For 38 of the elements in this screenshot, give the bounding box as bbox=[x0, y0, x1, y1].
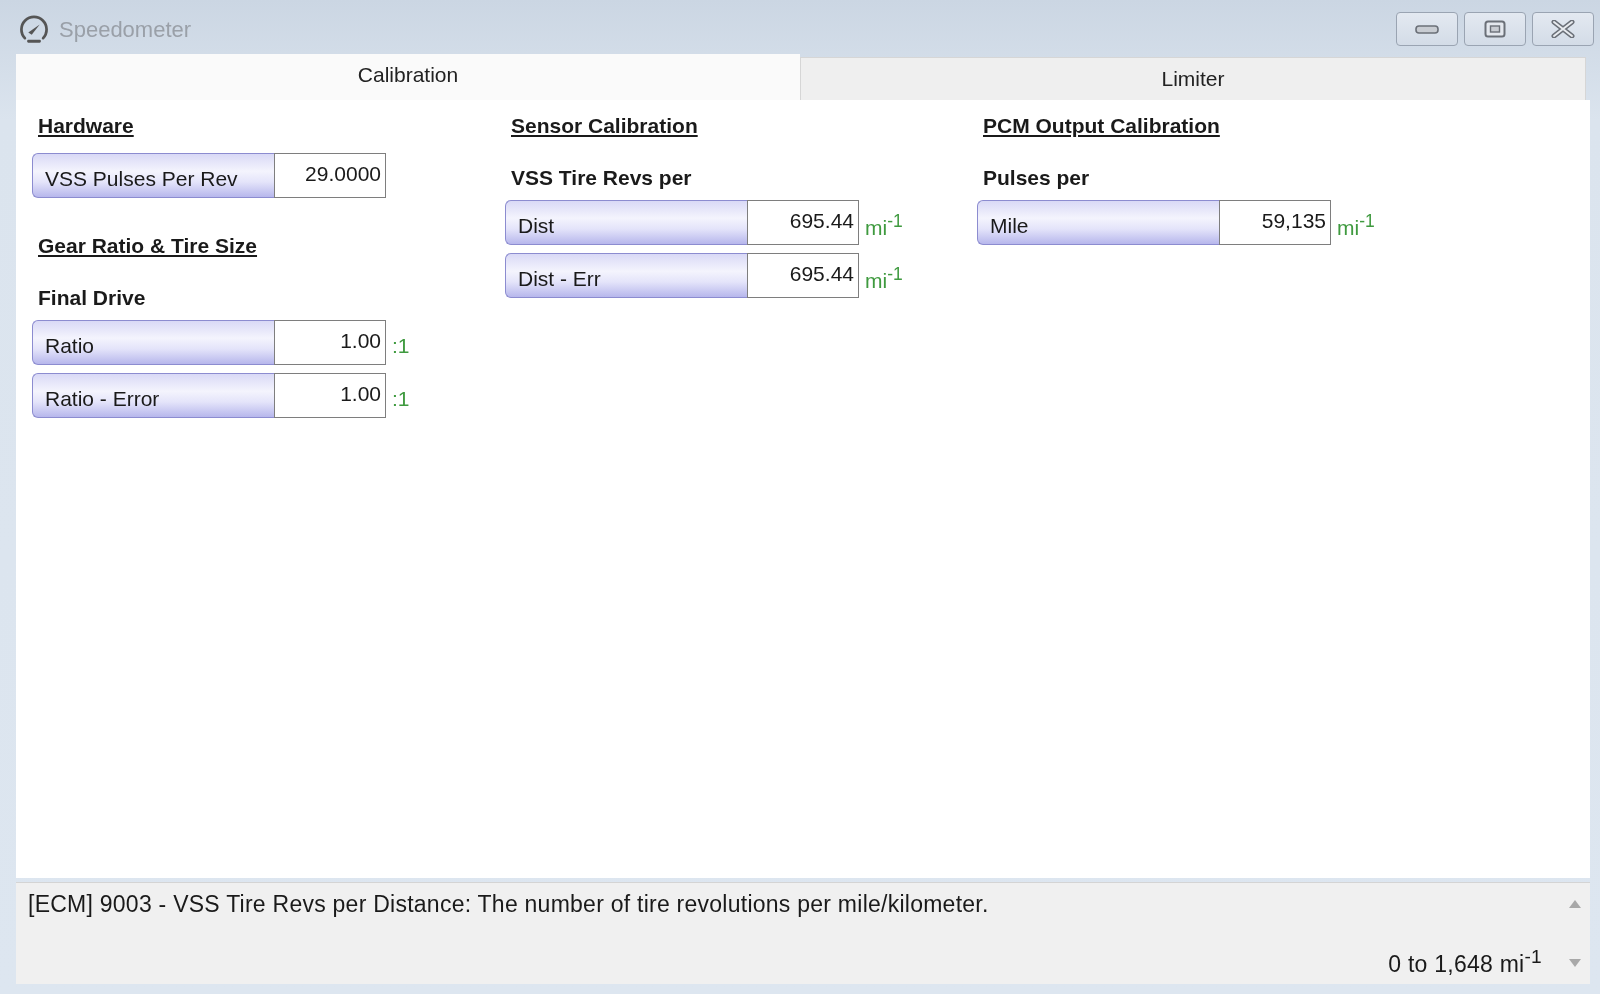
section-heading: Hardware bbox=[37, 113, 134, 139]
scroll-down-icon[interactable] bbox=[1568, 958, 1582, 968]
unit-label: :1 bbox=[392, 385, 410, 411]
group-heading: VSS Tire Revs per bbox=[510, 165, 692, 191]
value-field[interactable]: 59,135 bbox=[1219, 200, 1331, 245]
unit-label: mi$^{-1}$ bbox=[1337, 210, 1375, 240]
parameter-label[interactable]: Ratio - Error bbox=[32, 373, 274, 418]
parameter-label[interactable]: Dist - Err bbox=[505, 253, 747, 298]
minimize-icon bbox=[1415, 24, 1439, 34]
value-field[interactable]: 1.00 bbox=[274, 373, 386, 418]
unit-label: mi$^{-1}$ bbox=[865, 210, 903, 240]
scroll-up-icon[interactable] bbox=[1568, 899, 1582, 909]
unit-label: :1 bbox=[392, 332, 410, 358]
parameter-label[interactable]: Dist bbox=[505, 200, 747, 245]
unit-label: mi$^{-1}$ bbox=[865, 263, 903, 293]
group-heading: Pulses per bbox=[982, 165, 1090, 191]
parameter-label[interactable]: Ratio bbox=[32, 320, 274, 365]
close-icon bbox=[1551, 20, 1575, 38]
maximize-icon bbox=[1484, 20, 1506, 38]
section-heading: PCM Output Calibration bbox=[982, 113, 1220, 139]
section-heading: Gear Ratio & Tire Size bbox=[37, 233, 258, 259]
value-field[interactable]: 29.0000 bbox=[274, 153, 386, 198]
maximize-button[interactable] bbox=[1464, 12, 1526, 46]
gauge-icon bbox=[18, 13, 50, 45]
tab[interactable]: Limiter bbox=[800, 57, 1586, 100]
window-title: Speedometer bbox=[59, 16, 192, 43]
parameter-label[interactable]: Mile bbox=[977, 200, 1219, 245]
section-heading: Sensor Calibration bbox=[510, 113, 698, 139]
close-button[interactable] bbox=[1532, 12, 1594, 46]
minimize-button[interactable] bbox=[1396, 12, 1458, 46]
tab[interactable]: Calibration bbox=[16, 54, 800, 100]
value-field[interactable]: 695.44 bbox=[747, 200, 859, 245]
description-text: [ECM] 9003 - VSS Tire Revs per Distance: The number of tire revolutions per mile/kilometer. bbox=[28, 891, 989, 918]
range-text: 0 to 1,648 mi$^{-1}$ bbox=[1388, 946, 1542, 978]
value-field[interactable]: 1.00 bbox=[274, 320, 386, 365]
group-heading: Final Drive bbox=[37, 285, 146, 311]
value-field[interactable]: 695.44 bbox=[747, 253, 859, 298]
parameter-label[interactable]: VSS Pulses Per Rev bbox=[32, 153, 274, 198]
